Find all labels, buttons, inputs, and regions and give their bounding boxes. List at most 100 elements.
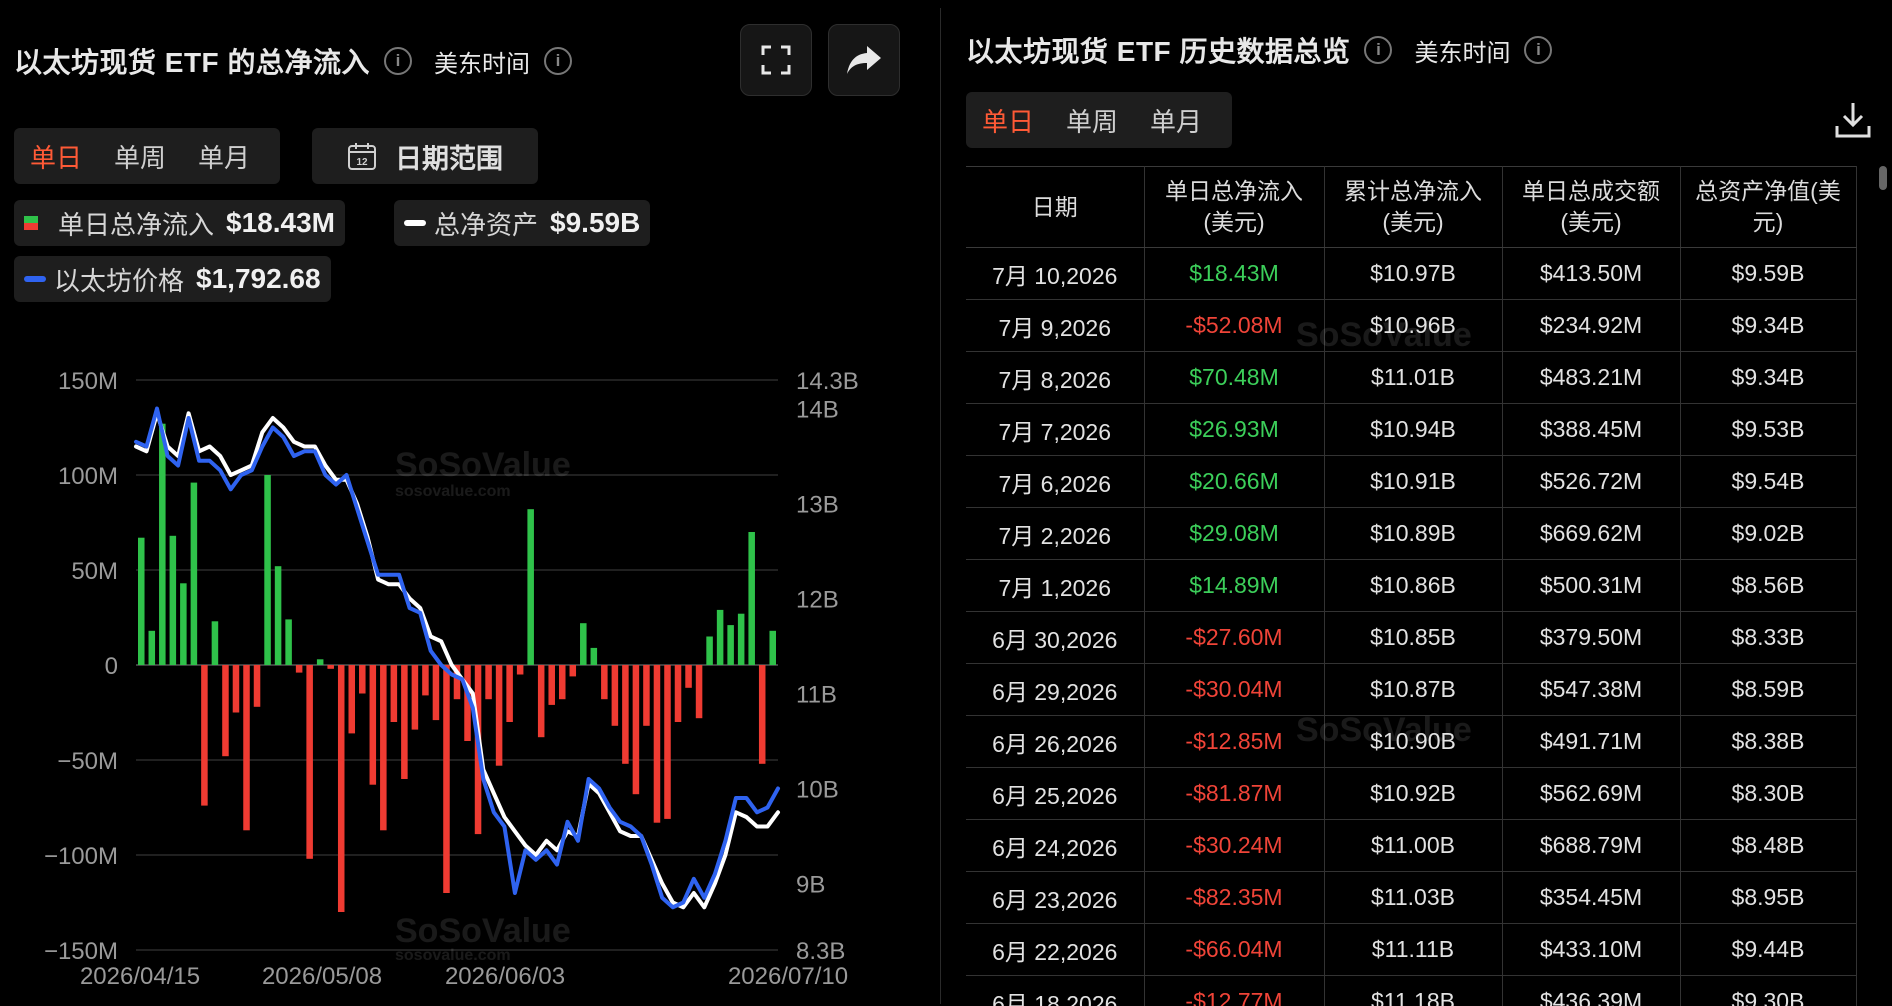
y-right-tick-label: 14B <box>796 397 839 424</box>
flow-chart[interactable]: SoSoValue sosovalue.com SoSoValue sosova… <box>0 350 940 1004</box>
history-info-icon[interactable]: i <box>1364 36 1392 64</box>
table-row[interactable]: 7月 10,2026$18.43M$10.97B$413.50M$9.59B <box>966 248 1856 300</box>
fullscreen-button[interactable] <box>740 24 812 96</box>
date-range-button[interactable]: 12 日期范围 <box>312 128 538 184</box>
legend-daily-flow[interactable]: 单日总净流入 $18.43M <box>14 200 345 246</box>
legend-total-assets[interactable]: 总净资产 $9.59B <box>394 200 650 246</box>
svg-text:12: 12 <box>356 157 368 168</box>
flow-bar[interactable] <box>317 659 324 665</box>
flow-bar[interactable] <box>222 665 229 756</box>
table-row[interactable]: 7月 2,2026$29.08M$10.89B$669.62M$9.02B <box>966 508 1856 560</box>
flow-bar[interactable] <box>570 665 577 676</box>
flow-bar[interactable] <box>233 665 240 713</box>
timezone-info-icon[interactable]: i <box>544 47 572 75</box>
flow-bar[interactable] <box>191 483 198 665</box>
flow-bar[interactable] <box>654 665 661 823</box>
flow-bar[interactable] <box>296 665 303 673</box>
header-daily-flow[interactable]: 单日总净流入(美元) <box>1144 167 1324 248</box>
flow-bar[interactable] <box>612 665 619 726</box>
table-row[interactable]: 6月 23,2026-$82.35M$11.03B$354.45M$8.95B <box>966 872 1856 924</box>
flow-bar[interactable] <box>422 665 429 695</box>
flow-bar[interactable] <box>717 610 724 665</box>
flow-bar[interactable] <box>633 665 640 794</box>
flow-bar[interactable] <box>748 532 755 665</box>
info-icon[interactable]: i <box>384 47 412 75</box>
header-cumulative-flow[interactable]: 累计总净流入(美元) <box>1324 167 1502 248</box>
table-row[interactable]: 6月 29,2026-$30.04M$10.87B$547.38M$8.59B <box>966 664 1856 716</box>
flow-bar[interactable] <box>643 665 650 726</box>
table-row[interactable]: 7月 6,2026$20.66M$10.91B$526.72M$9.54B <box>966 456 1856 508</box>
table-row[interactable]: 6月 25,2026-$81.87M$10.92B$562.69M$8.30B <box>966 768 1856 820</box>
flow-bar[interactable] <box>391 665 398 722</box>
history-tab-daily[interactable]: 单日 <box>966 102 1050 139</box>
flow-bar[interactable] <box>538 665 545 737</box>
flow-bar[interactable] <box>738 614 745 665</box>
flow-bar[interactable] <box>759 665 766 764</box>
flow-bar[interactable] <box>306 665 313 859</box>
tab-weekly[interactable]: 单周 <box>98 138 182 175</box>
flow-bar[interactable] <box>338 665 345 912</box>
flow-bar[interactable] <box>149 631 156 665</box>
share-button[interactable] <box>828 24 900 96</box>
download-icon[interactable] <box>1834 100 1872 140</box>
flow-bar[interactable] <box>601 665 608 699</box>
table-row[interactable]: 6月 18,2026-$12.77M$11.18B$436.39M$9.30B <box>966 976 1856 1006</box>
flow-bar[interactable] <box>485 665 492 699</box>
flow-bar[interactable] <box>559 665 566 699</box>
flow-bar[interactable] <box>327 665 334 669</box>
flow-bar[interactable] <box>348 665 355 733</box>
history-timezone-info-icon[interactable]: i <box>1524 36 1552 64</box>
flow-bar[interactable] <box>622 665 629 764</box>
cell-cumulative-flow: $10.97B <box>1324 248 1502 300</box>
flow-bar[interactable] <box>675 665 682 722</box>
flow-bar[interactable] <box>769 631 776 665</box>
history-tab-monthly[interactable]: 单月 <box>1134 102 1218 139</box>
flow-bar[interactable] <box>138 538 145 665</box>
flow-bar[interactable] <box>401 665 408 779</box>
table-row[interactable]: 7月 8,2026$70.48M$11.01B$483.21M$9.34B <box>966 352 1856 404</box>
flow-bar[interactable] <box>433 665 440 720</box>
cell-daily-volume: $388.45M <box>1502 404 1680 456</box>
flow-bar[interactable] <box>180 583 187 665</box>
flow-bar[interactable] <box>696 665 703 718</box>
history-tab-weekly[interactable]: 单周 <box>1050 102 1134 139</box>
flow-bar[interactable] <box>548 665 555 705</box>
flow-bar[interactable] <box>201 665 208 806</box>
table-row[interactable]: 6月 24,2026-$30.24M$11.00B$688.79M$8.48B <box>966 820 1856 872</box>
flow-bar[interactable] <box>412 665 419 730</box>
flow-bar[interactable] <box>443 665 450 893</box>
flow-bar[interactable] <box>580 623 587 665</box>
cell-cumulative-flow: $11.03B <box>1324 872 1502 924</box>
flow-bar[interactable] <box>506 665 513 722</box>
flow-bar[interactable] <box>727 625 734 665</box>
table-row[interactable]: 7月 7,2026$26.93M$10.94B$388.45M$9.53B <box>966 404 1856 456</box>
tab-monthly[interactable]: 单月 <box>182 138 266 175</box>
table-row[interactable]: 7月 1,2026$14.89M$10.86B$500.31M$8.56B <box>966 560 1856 612</box>
flow-bar[interactable] <box>285 619 292 665</box>
table-scrollbar[interactable] <box>1878 166 1888 1004</box>
header-date[interactable]: 日期 <box>966 167 1144 248</box>
flow-bar[interactable] <box>275 566 282 665</box>
flow-bar[interactable] <box>380 665 387 830</box>
flow-bar[interactable] <box>212 621 219 665</box>
flow-bar[interactable] <box>159 424 166 665</box>
flow-bar[interactable] <box>517 665 524 675</box>
flow-bar[interactable] <box>685 665 692 688</box>
flow-bar[interactable] <box>591 648 598 665</box>
flow-bar[interactable] <box>706 637 713 666</box>
flow-bar[interactable] <box>254 665 261 707</box>
flow-bar[interactable] <box>170 536 177 665</box>
table-row[interactable]: 6月 30,2026-$27.60M$10.85B$379.50M$8.33B <box>966 612 1856 664</box>
flow-bar[interactable] <box>370 665 377 785</box>
flow-bar[interactable] <box>243 665 250 830</box>
flow-bar[interactable] <box>527 509 534 665</box>
header-daily-volume[interactable]: 单日总成交额(美元) <box>1502 167 1680 248</box>
flow-bar[interactable] <box>664 665 671 819</box>
tab-daily[interactable]: 单日 <box>14 138 98 175</box>
flow-bar[interactable] <box>496 665 503 766</box>
header-net-assets[interactable]: 总资产净值(美元) <box>1680 167 1856 248</box>
flow-bar[interactable] <box>359 665 366 694</box>
table-row[interactable]: 6月 22,2026-$66.04M$11.11B$433.10M$9.44B <box>966 924 1856 976</box>
flow-bar[interactable] <box>264 475 271 665</box>
legend-eth-price[interactable]: 以太坊价格 $1,792.68 <box>14 256 331 302</box>
